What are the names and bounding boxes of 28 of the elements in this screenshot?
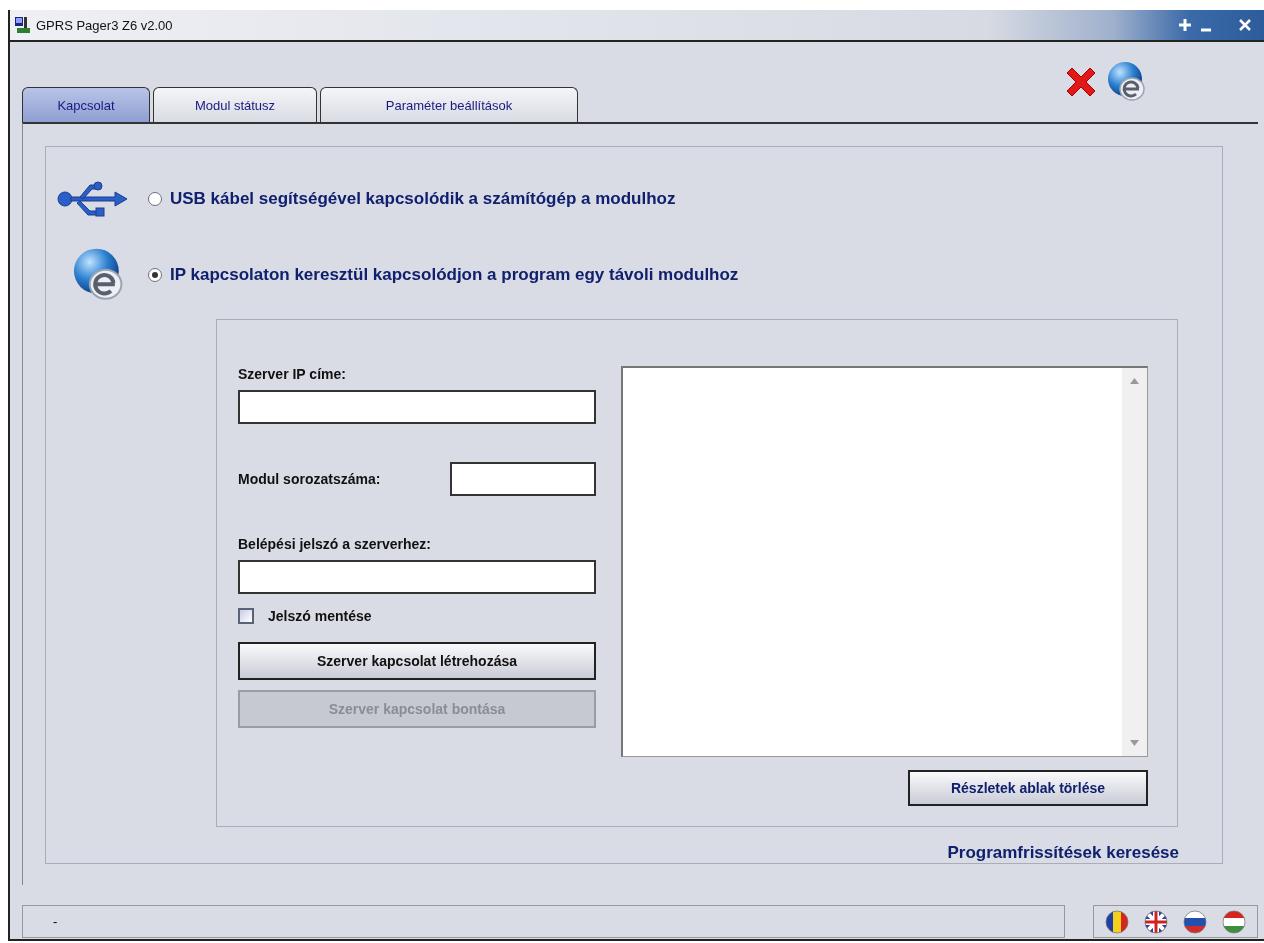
radio-button[interactable] xyxy=(148,268,162,282)
flag-icon[interactable] xyxy=(1105,909,1130,934)
input-field[interactable] xyxy=(238,390,596,424)
update-link[interactable]: Programfrissítések keresése xyxy=(947,843,1179,863)
tab[interactable]: Paraméter beállítások xyxy=(320,87,578,122)
field-label: Belépési jelszó a szerverhez: xyxy=(238,536,432,552)
close-icon[interactable] xyxy=(1238,18,1252,32)
window-title: GPRS Pager3 Z6 v2.00 xyxy=(36,17,173,33)
radio-button[interactable] xyxy=(148,192,162,206)
option-label[interactable]: USB kábel segítségével kapcsolódik a számítógép a modulhoz xyxy=(170,189,676,209)
status-text: - xyxy=(22,905,1065,938)
usb-icon xyxy=(56,179,130,219)
input-field[interactable] xyxy=(238,560,596,594)
tab[interactable]: Modul státusz xyxy=(153,87,317,122)
maximize-icon[interactable] xyxy=(1178,18,1192,32)
tab[interactable]: Kapcsolat xyxy=(22,87,150,122)
checkbox-label[interactable]: Jelszó mentése xyxy=(268,608,372,624)
connect-button[interactable]: Szerver kapcsolat létrehozása xyxy=(238,642,596,680)
checkbox[interactable] xyxy=(238,608,254,624)
flag-icon[interactable] xyxy=(1182,909,1207,934)
flag-icon[interactable] xyxy=(1221,909,1246,934)
option-label[interactable]: IP kapcsolaton keresztül kapcsolódjon a program egy távoli modulhoz xyxy=(170,265,739,285)
computer-icon xyxy=(14,16,32,34)
input-field[interactable] xyxy=(450,462,596,496)
flag-icon[interactable] xyxy=(1144,909,1169,934)
field-label: Modul sorozatszáma: xyxy=(238,471,381,487)
field-label: Szerver IP címe: xyxy=(238,366,347,382)
clear-button[interactable]: Részletek ablak törlése xyxy=(908,770,1148,806)
